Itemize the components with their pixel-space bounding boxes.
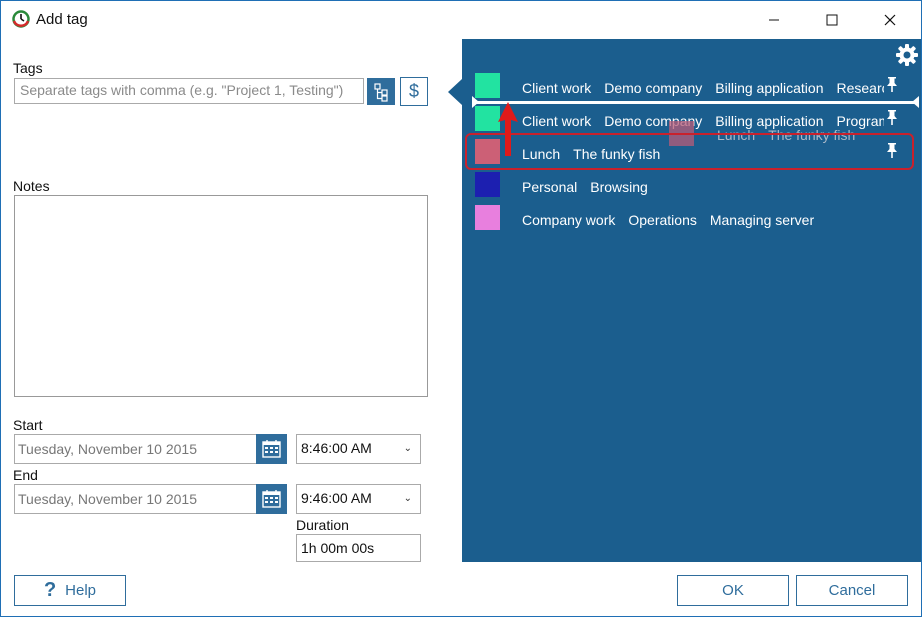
chevron-down-icon: ⌄ [403,443,412,454]
tag-chip: Client work [522,80,592,96]
tree-icon [374,83,388,102]
start-label: Start [13,417,43,433]
duration-input[interactable]: 1h 00m 00s [296,534,421,562]
ok-button[interactable]: OK [677,575,789,606]
tag-color-swatch [475,73,500,98]
end-time-value: 9:46:00 AM [301,490,372,506]
notes-label: Notes [13,178,50,194]
tag-color-swatch [475,205,500,230]
end-calendar-button[interactable] [256,484,287,514]
gear-icon[interactable] [895,43,919,67]
question-icon: ? [43,579,57,601]
panel-pointer [448,79,462,105]
end-label: End [13,467,38,483]
tags-label: Tags [13,60,43,76]
pin-icon[interactable] [883,75,901,93]
notes-textarea[interactable] [14,195,428,397]
tag-tree-button[interactable] [367,78,395,105]
tag-list-item[interactable]: Company work Operations Managing server [522,212,827,228]
maximize-icon [826,14,838,26]
cancel-button[interactable]: Cancel [796,575,908,606]
title-bar: Add tag [1,1,921,39]
end-date-input[interactable]: Tuesday, November 10 2015 [14,484,257,514]
pin-icon[interactable] [883,108,901,126]
billable-button[interactable]: $ [400,77,428,106]
add-tag-dialog: Add tag Tags Separate tags with comma (e… [0,0,922,617]
start-time-value: 8:46:00 AM [301,440,372,456]
tag-chip: Demo company [604,80,703,96]
dragged-row-highlight [465,133,914,170]
duration-label: Duration [296,517,349,533]
chevron-down-icon: ⌄ [403,493,412,504]
calendar-icon [262,490,281,508]
close-button[interactable] [867,1,913,39]
drag-arrow-icon [498,102,518,156]
dollar-icon: $ [408,81,419,101]
drop-indicator-line [475,101,919,104]
tag-chip: Browsing [590,179,648,195]
help-button[interactable]: ? Help [14,575,126,606]
start-time-select[interactable]: 8:46:00 AM ⌄ [296,434,421,464]
tags-input[interactable]: Separate tags with comma (e.g. "Project … [14,78,364,104]
drop-indicator-right [912,96,919,108]
help-label: Help [65,582,97,599]
tag-chip: Managing server [709,212,815,228]
tag-color-swatch [475,172,500,197]
tag-list-item[interactable]: Personal Browsing [522,179,661,195]
app-logo-icon [12,10,30,28]
maximize-button[interactable] [809,1,855,39]
tag-chip: Operations [628,212,697,228]
tag-chip: Research [836,80,884,96]
tag-chip: Company work [522,212,616,228]
minimize-button[interactable] [751,1,797,39]
close-icon [884,14,896,26]
tag-chip: Client work [522,113,592,129]
tag-list-item[interactable]: Client work Demo company Billing applicati… [522,80,884,96]
tag-chip: Personal [522,179,578,195]
tag-chip: Billing application [715,80,824,96]
minimize-icon [769,19,779,21]
start-calendar-button[interactable] [256,434,287,464]
window-title: Add tag [36,11,88,28]
end-time-select[interactable]: 9:46:00 AM ⌄ [296,484,421,514]
start-date-input[interactable]: Tuesday, November 10 2015 [14,434,257,464]
calendar-icon [262,440,281,458]
